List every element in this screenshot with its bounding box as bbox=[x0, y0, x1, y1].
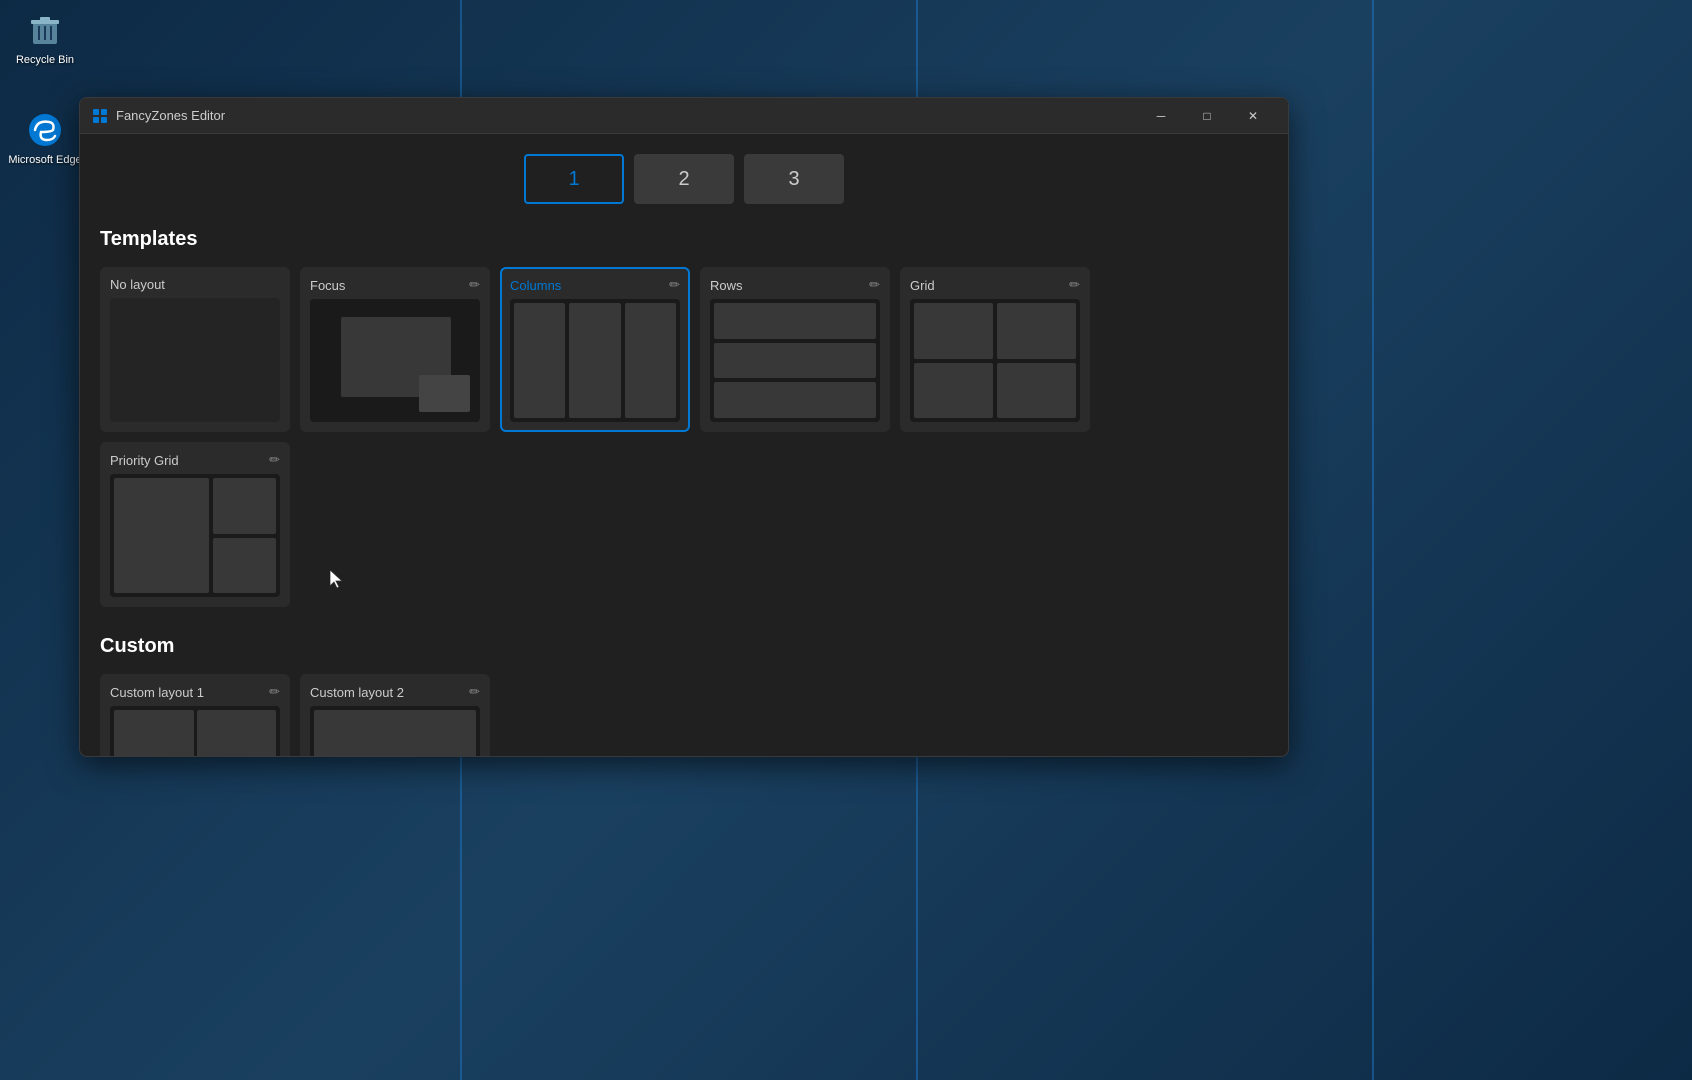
monitor-tab-1[interactable]: 1 bbox=[524, 154, 624, 204]
title-bar: FancyZones Editor ─ □ ✕ bbox=[80, 98, 1288, 134]
columns-edit-icon[interactable]: ✏ bbox=[669, 277, 680, 293]
app-icon bbox=[92, 108, 108, 124]
custom2-row-1 bbox=[314, 710, 476, 756]
custom2-card[interactable]: Custom layout 2 ✏ bbox=[300, 674, 490, 756]
monitor-tabs: 1 2 3 bbox=[100, 134, 1268, 228]
window-controls: ─ □ ✕ bbox=[1138, 98, 1276, 134]
monitor-tab-3[interactable]: 3 bbox=[744, 154, 844, 204]
recycle-bin-label: Recycle Bin bbox=[16, 54, 74, 66]
priority-grid-title: Priority Grid bbox=[110, 453, 179, 468]
grid-cell-4 bbox=[997, 363, 1076, 419]
col-1 bbox=[514, 303, 565, 418]
custom2-header: Custom layout 2 ✏ bbox=[310, 684, 480, 700]
row-1 bbox=[714, 303, 876, 339]
custom2-preview bbox=[310, 706, 480, 756]
close-button[interactable]: ✕ bbox=[1230, 98, 1276, 134]
window-title: FancyZones Editor bbox=[116, 108, 1138, 123]
custom1-edit-icon[interactable]: ✏ bbox=[269, 684, 280, 700]
focus-header: Focus ✏ bbox=[310, 277, 480, 293]
columns-preview bbox=[510, 299, 680, 422]
priority-grid-edit-icon[interactable]: ✏ bbox=[269, 452, 280, 468]
priority-grid-card[interactable]: Priority Grid ✏ bbox=[100, 442, 290, 607]
rows-title: Rows bbox=[710, 278, 743, 293]
templates-grid: No layout Focus ✏ bbox=[100, 267, 1268, 607]
focus-title: Focus bbox=[310, 278, 345, 293]
custom2-edit-icon[interactable]: ✏ bbox=[469, 684, 480, 700]
no-layout-title: No layout bbox=[110, 277, 165, 292]
grid-edit-icon[interactable]: ✏ bbox=[1069, 277, 1080, 293]
priority-grid-preview bbox=[110, 474, 280, 597]
focus-preview bbox=[310, 299, 480, 422]
row-3 bbox=[714, 382, 876, 418]
rows-edit-icon[interactable]: ✏ bbox=[869, 277, 880, 293]
priority-cell-2 bbox=[213, 538, 276, 594]
recycle-bin-icon[interactable]: Recycle Bin bbox=[5, 10, 85, 66]
columns-header: Columns ✏ bbox=[510, 277, 680, 293]
grid-header: Grid ✏ bbox=[910, 277, 1080, 293]
no-layout-card[interactable]: No layout bbox=[100, 267, 290, 432]
divider-3 bbox=[1372, 0, 1374, 1080]
custom-header: Custom bbox=[100, 635, 1268, 658]
columns-card[interactable]: Columns ✏ bbox=[500, 267, 690, 432]
grid-title: Grid bbox=[910, 278, 935, 293]
custom2-title: Custom layout 2 bbox=[310, 685, 404, 700]
columns-title: Columns bbox=[510, 278, 561, 293]
no-layout-preview bbox=[110, 298, 280, 422]
row-2 bbox=[714, 343, 876, 379]
custom1-tall bbox=[114, 710, 194, 756]
priority-main bbox=[114, 478, 209, 593]
custom1-title: Custom layout 1 bbox=[110, 685, 204, 700]
edge-label: Microsoft Edge bbox=[8, 154, 81, 166]
minimize-button[interactable]: ─ bbox=[1138, 98, 1184, 134]
col-2 bbox=[569, 303, 620, 418]
monitor-tab-2[interactable]: 2 bbox=[634, 154, 734, 204]
grid-preview bbox=[910, 299, 1080, 422]
priority-cell-1 bbox=[213, 478, 276, 534]
priority-grid-header: Priority Grid ✏ bbox=[110, 452, 280, 468]
focus-inner bbox=[310, 299, 480, 422]
grid-cell-1 bbox=[914, 303, 993, 359]
no-layout-header: No layout bbox=[110, 277, 280, 292]
custom-grid: Custom layout 1 ✏ bbox=[100, 674, 1268, 756]
templates-header: Templates bbox=[100, 228, 1268, 251]
custom1-cell-1 bbox=[197, 710, 277, 756]
edge-image bbox=[25, 110, 65, 150]
grid-cell-2 bbox=[997, 303, 1076, 359]
grid-cell-3 bbox=[914, 363, 993, 419]
rows-preview bbox=[710, 299, 880, 422]
rows-card[interactable]: Rows ✏ bbox=[700, 267, 890, 432]
window-content: 1 2 3 Templates No layout bbox=[80, 134, 1288, 756]
custom1-preview bbox=[110, 706, 280, 756]
custom1-header: Custom layout 1 ✏ bbox=[110, 684, 280, 700]
focus-edit-icon[interactable]: ✏ bbox=[469, 277, 480, 293]
rows-header: Rows ✏ bbox=[710, 277, 880, 293]
desktop: Recycle Bin Microsoft Edge FancyZones Ed… bbox=[0, 0, 1692, 1080]
focus-small-zone bbox=[419, 375, 470, 412]
custom-section: Custom Custom layout 1 ✏ bbox=[100, 635, 1268, 756]
focus-card[interactable]: Focus ✏ bbox=[300, 267, 490, 432]
recycle-bin-image bbox=[25, 10, 65, 50]
edge-icon[interactable]: Microsoft Edge bbox=[5, 110, 85, 166]
maximize-button[interactable]: □ bbox=[1184, 98, 1230, 134]
templates-section: Templates No layout Focus ✏ bbox=[100, 228, 1268, 607]
col-3 bbox=[625, 303, 676, 418]
custom1-card[interactable]: Custom layout 1 ✏ bbox=[100, 674, 290, 756]
fancyzones-window: FancyZones Editor ─ □ ✕ 1 2 3 bbox=[79, 97, 1289, 757]
grid-card[interactable]: Grid ✏ bbox=[900, 267, 1090, 432]
